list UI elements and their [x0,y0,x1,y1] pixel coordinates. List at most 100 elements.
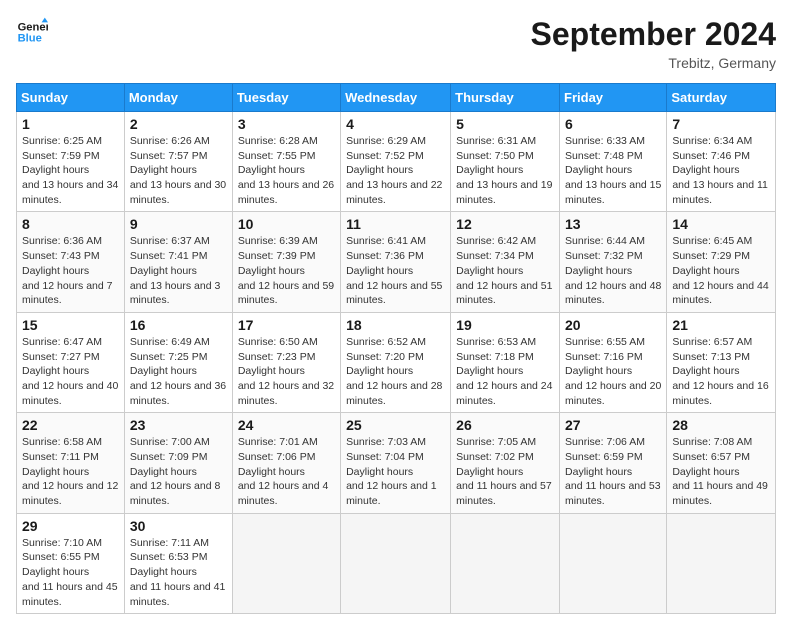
day-number: 2 [130,116,227,132]
day-info: Sunrise: 6:39 AM Sunset: 7:39 PM Dayligh… [238,234,335,307]
day-info: Sunrise: 6:45 AM Sunset: 7:29 PM Dayligh… [672,234,770,307]
calendar-header: SundayMondayTuesdayWednesdayThursdayFrid… [17,84,776,112]
calendar-cell: 23 Sunrise: 7:00 AM Sunset: 7:09 PM Dayl… [124,413,232,513]
day-info: Sunrise: 7:01 AM Sunset: 7:06 PM Dayligh… [238,435,335,508]
day-info: Sunrise: 6:28 AM Sunset: 7:55 PM Dayligh… [238,134,335,207]
day-info: Sunrise: 6:42 AM Sunset: 7:34 PM Dayligh… [456,234,554,307]
day-info: Sunrise: 6:57 AM Sunset: 7:13 PM Dayligh… [672,335,770,408]
calendar-cell: 22 Sunrise: 6:58 AM Sunset: 7:11 PM Dayl… [17,413,125,513]
day-number: 26 [456,417,554,433]
day-info: Sunrise: 6:52 AM Sunset: 7:20 PM Dayligh… [346,335,445,408]
calendar-cell: 4 Sunrise: 6:29 AM Sunset: 7:52 PM Dayli… [341,112,451,212]
calendar-cell: 11 Sunrise: 6:41 AM Sunset: 7:36 PM Dayl… [341,212,451,312]
calendar-cell [560,513,667,613]
calendar-cell [451,513,560,613]
calendar-cell: 14 Sunrise: 6:45 AM Sunset: 7:29 PM Dayl… [667,212,776,312]
day-info: Sunrise: 6:55 AM Sunset: 7:16 PM Dayligh… [565,335,661,408]
month-title: September 2024 [531,16,776,53]
day-info: Sunrise: 7:10 AM Sunset: 6:55 PM Dayligh… [22,536,119,609]
day-number: 15 [22,317,119,333]
week-row-5: 29 Sunrise: 7:10 AM Sunset: 6:55 PM Dayl… [17,513,776,613]
day-number: 6 [565,116,661,132]
day-number: 23 [130,417,227,433]
calendar-cell: 19 Sunrise: 6:53 AM Sunset: 7:18 PM Dayl… [451,312,560,412]
day-info: Sunrise: 6:49 AM Sunset: 7:25 PM Dayligh… [130,335,227,408]
svg-text:Blue: Blue [18,33,42,45]
day-info: Sunrise: 6:37 AM Sunset: 7:41 PM Dayligh… [130,234,227,307]
calendar-cell: 9 Sunrise: 6:37 AM Sunset: 7:41 PM Dayli… [124,212,232,312]
calendar-cell: 26 Sunrise: 7:05 AM Sunset: 7:02 PM Dayl… [451,413,560,513]
calendar-cell: 17 Sunrise: 6:50 AM Sunset: 7:23 PM Dayl… [232,312,340,412]
day-number: 20 [565,317,661,333]
day-number: 18 [346,317,445,333]
title-block: September 2024 Trebitz, Germany [531,16,776,71]
calendar-cell: 8 Sunrise: 6:36 AM Sunset: 7:43 PM Dayli… [17,212,125,312]
day-number: 13 [565,216,661,232]
calendar-cell: 2 Sunrise: 6:26 AM Sunset: 7:57 PM Dayli… [124,112,232,212]
day-number: 12 [456,216,554,232]
calendar-cell: 25 Sunrise: 7:03 AM Sunset: 7:04 PM Dayl… [341,413,451,513]
calendar-cell: 30 Sunrise: 7:11 AM Sunset: 6:53 PM Dayl… [124,513,232,613]
calendar-cell: 10 Sunrise: 6:39 AM Sunset: 7:39 PM Dayl… [232,212,340,312]
day-number: 19 [456,317,554,333]
day-info: Sunrise: 6:53 AM Sunset: 7:18 PM Dayligh… [456,335,554,408]
calendar-cell: 12 Sunrise: 6:42 AM Sunset: 7:34 PM Dayl… [451,212,560,312]
week-row-1: 1 Sunrise: 6:25 AM Sunset: 7:59 PM Dayli… [17,112,776,212]
logo-icon: General Blue [16,16,48,48]
day-number: 21 [672,317,770,333]
calendar-cell: 24 Sunrise: 7:01 AM Sunset: 7:06 PM Dayl… [232,413,340,513]
page-header: General Blue General Blue September 2024… [16,16,776,71]
location-subtitle: Trebitz, Germany [531,55,776,71]
calendar-cell: 29 Sunrise: 7:10 AM Sunset: 6:55 PM Dayl… [17,513,125,613]
col-header-friday: Friday [560,84,667,112]
calendar-cell: 18 Sunrise: 6:52 AM Sunset: 7:20 PM Dayl… [341,312,451,412]
day-number: 7 [672,116,770,132]
day-info: Sunrise: 7:08 AM Sunset: 6:57 PM Dayligh… [672,435,770,508]
day-number: 8 [22,216,119,232]
week-row-2: 8 Sunrise: 6:36 AM Sunset: 7:43 PM Dayli… [17,212,776,312]
week-row-3: 15 Sunrise: 6:47 AM Sunset: 7:27 PM Dayl… [17,312,776,412]
day-number: 4 [346,116,445,132]
calendar-cell: 7 Sunrise: 6:34 AM Sunset: 7:46 PM Dayli… [667,112,776,212]
calendar-cell [667,513,776,613]
day-info: Sunrise: 6:25 AM Sunset: 7:59 PM Dayligh… [22,134,119,207]
day-number: 29 [22,518,119,534]
day-number: 1 [22,116,119,132]
day-number: 28 [672,417,770,433]
day-info: Sunrise: 6:41 AM Sunset: 7:36 PM Dayligh… [346,234,445,307]
day-number: 9 [130,216,227,232]
day-info: Sunrise: 6:33 AM Sunset: 7:48 PM Dayligh… [565,134,661,207]
day-info: Sunrise: 6:47 AM Sunset: 7:27 PM Dayligh… [22,335,119,408]
calendar-cell: 5 Sunrise: 6:31 AM Sunset: 7:50 PM Dayli… [451,112,560,212]
day-number: 30 [130,518,227,534]
day-info: Sunrise: 7:00 AM Sunset: 7:09 PM Dayligh… [130,435,227,508]
calendar-cell: 28 Sunrise: 7:08 AM Sunset: 6:57 PM Dayl… [667,413,776,513]
day-info: Sunrise: 6:34 AM Sunset: 7:46 PM Dayligh… [672,134,770,207]
day-info: Sunrise: 6:58 AM Sunset: 7:11 PM Dayligh… [22,435,119,508]
col-header-tuesday: Tuesday [232,84,340,112]
day-info: Sunrise: 7:06 AM Sunset: 6:59 PM Dayligh… [565,435,661,508]
col-header-wednesday: Wednesday [341,84,451,112]
col-header-thursday: Thursday [451,84,560,112]
calendar-cell: 3 Sunrise: 6:28 AM Sunset: 7:55 PM Dayli… [232,112,340,212]
calendar-cell: 16 Sunrise: 6:49 AM Sunset: 7:25 PM Dayl… [124,312,232,412]
day-info: Sunrise: 6:36 AM Sunset: 7:43 PM Dayligh… [22,234,119,307]
day-info: Sunrise: 7:05 AM Sunset: 7:02 PM Dayligh… [456,435,554,508]
day-info: Sunrise: 6:50 AM Sunset: 7:23 PM Dayligh… [238,335,335,408]
calendar-cell: 13 Sunrise: 6:44 AM Sunset: 7:32 PM Dayl… [560,212,667,312]
col-header-monday: Monday [124,84,232,112]
day-number: 5 [456,116,554,132]
calendar-cell [341,513,451,613]
calendar-table: SundayMondayTuesdayWednesdayThursdayFrid… [16,83,776,614]
day-number: 25 [346,417,445,433]
day-info: Sunrise: 7:11 AM Sunset: 6:53 PM Dayligh… [130,536,227,609]
calendar-cell [232,513,340,613]
day-info: Sunrise: 6:31 AM Sunset: 7:50 PM Dayligh… [456,134,554,207]
day-number: 16 [130,317,227,333]
day-info: Sunrise: 7:03 AM Sunset: 7:04 PM Dayligh… [346,435,445,508]
day-number: 14 [672,216,770,232]
calendar-cell: 20 Sunrise: 6:55 AM Sunset: 7:16 PM Dayl… [560,312,667,412]
day-number: 10 [238,216,335,232]
logo: General Blue General Blue [16,16,48,48]
calendar-cell: 1 Sunrise: 6:25 AM Sunset: 7:59 PM Dayli… [17,112,125,212]
